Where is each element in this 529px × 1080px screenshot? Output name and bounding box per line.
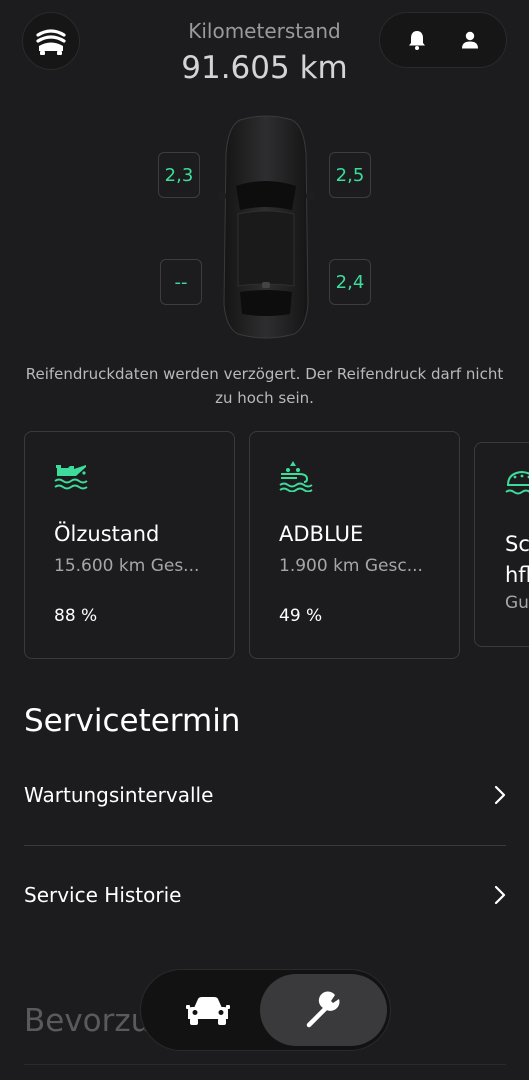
wrench-icon [306,991,339,1028]
tire-pressure-note: Reifendruckdaten werden verzögert. Der R… [25,365,504,407]
tire-pressure-rear-right: 2,4 [329,259,371,305]
oil-can-icon [54,465,88,490]
service-history-row[interactable]: Service Historie [24,865,506,925]
tire-pressure-front-right: 2,5 [329,152,371,198]
card-percent: 49 % [279,606,323,626]
preferred-section-title: Bevorzu [24,1003,151,1039]
chevron-right-icon [494,785,506,805]
row-label: Service Historie [24,883,182,907]
card-title: Ölzustand [54,522,160,546]
washer-fluid-icon [505,470,529,495]
adblue-icon [279,461,313,493]
card-subtitle: Gu [505,593,529,613]
divider [24,1064,506,1065]
tire-pressure-rear-left: -- [160,259,202,305]
divider [24,845,506,846]
top-actions-pill [379,12,507,68]
tab-service[interactable] [260,974,387,1046]
person-icon [461,31,478,49]
bell-icon [408,31,425,50]
notifications-button[interactable] [397,20,437,60]
card-title: ADBLUE [279,522,364,546]
car-silhouette-icon [216,115,316,339]
card-percent: 88 % [54,606,98,626]
tire-pressure-front-left: 2,3 [158,152,200,198]
card-title: Sc hfl [505,532,529,587]
chevron-right-icon [494,885,506,905]
car-top-view [216,114,316,340]
profile-button[interactable] [450,20,490,60]
bottom-tab-bar [140,969,391,1051]
card-subtitle: 15.600 km Ges... [54,556,200,576]
row-label: Wartungsintervalle [24,783,214,807]
tab-vehicle[interactable] [177,988,239,1034]
oil-status-card[interactable]: Ölzustand 15.600 km Ges... 88 % [24,431,235,659]
service-section-title: Servicetermin [24,703,241,739]
adblue-card[interactable]: ADBLUE 1.900 km Gesc... 49 % [249,431,460,659]
washer-fluid-card[interactable]: Sc hfl Gu [474,442,529,647]
maintenance-intervals-row[interactable]: Wartungsintervalle [24,765,506,825]
car-icon [186,997,230,1025]
card-subtitle: 1.900 km Gesc... [279,556,423,576]
